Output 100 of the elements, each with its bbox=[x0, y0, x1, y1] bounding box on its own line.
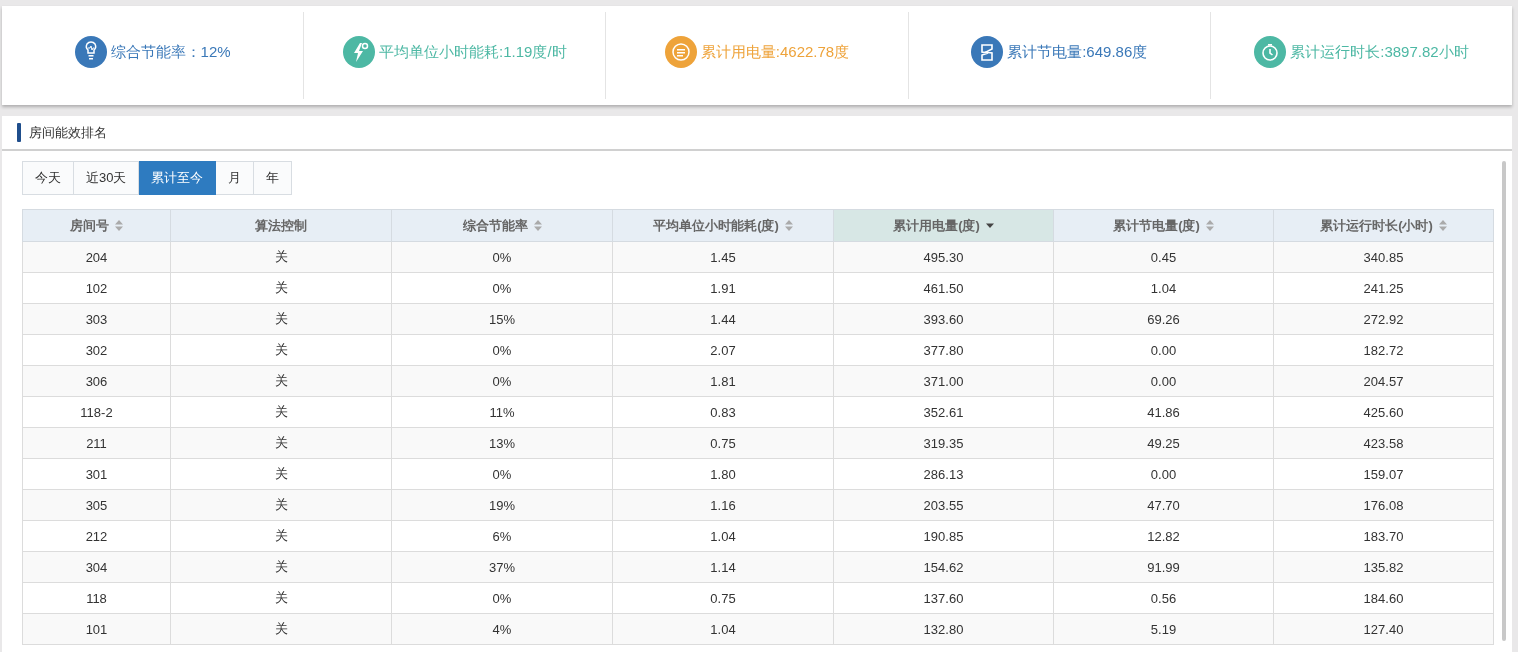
table-cell: 1.04 bbox=[1053, 272, 1274, 304]
table-cell: 4% bbox=[391, 613, 613, 645]
table-cell: 184.60 bbox=[1273, 582, 1494, 614]
table-cell: 关 bbox=[170, 520, 392, 552]
stat-label: 累计用电量:4622.78度 bbox=[700, 42, 850, 62]
sort-icon[interactable] bbox=[784, 220, 793, 231]
table-cell: 15% bbox=[391, 303, 613, 335]
table-cell: 0.45 bbox=[1053, 241, 1274, 273]
table-cell: 0% bbox=[391, 272, 613, 304]
column-header[interactable]: 综合节能率 bbox=[391, 209, 613, 242]
table-cell: 关 bbox=[170, 582, 392, 614]
table-cell: 393.60 bbox=[833, 303, 1054, 335]
stat-label: 平均单位小时能耗:1.19度/时 bbox=[379, 42, 567, 62]
table-cell: 127.40 bbox=[1273, 613, 1494, 645]
table-cell: 204.57 bbox=[1273, 365, 1494, 397]
sort-icon[interactable] bbox=[1438, 220, 1447, 231]
table-cell: 1.04 bbox=[612, 520, 834, 552]
table-cell: 0.75 bbox=[612, 427, 834, 459]
table-cell: 352.61 bbox=[833, 396, 1054, 428]
stat-label: 累计节电量:649.86度 bbox=[1007, 42, 1148, 62]
table-cell: 340.85 bbox=[1273, 241, 1494, 273]
table-cell: 关 bbox=[170, 241, 392, 273]
title-accent-bar bbox=[17, 123, 21, 142]
table-cell: 关 bbox=[170, 427, 392, 459]
table-cell: 5.19 bbox=[1053, 613, 1274, 645]
table-cell: 286.13 bbox=[833, 458, 1054, 490]
table-cell: 182.72 bbox=[1273, 334, 1494, 366]
sort-icon[interactable] bbox=[533, 220, 542, 231]
table-cell: 135.82 bbox=[1273, 551, 1494, 583]
table-cell: 101 bbox=[22, 613, 171, 645]
table-cell: 关 bbox=[170, 613, 392, 645]
table-cell: 0.00 bbox=[1053, 334, 1274, 366]
table-cell: 0% bbox=[391, 241, 613, 273]
table-cell: 41.86 bbox=[1053, 396, 1274, 428]
table-cell: 302 bbox=[22, 334, 171, 366]
table-cell: 159.07 bbox=[1273, 458, 1494, 490]
column-header[interactable]: 累计运行时长(小时) bbox=[1273, 209, 1494, 242]
table-cell: 11% bbox=[391, 396, 613, 428]
table-cell: 关 bbox=[170, 334, 392, 366]
table-cell: 211 bbox=[22, 427, 171, 459]
table-cell: 423.58 bbox=[1273, 427, 1494, 459]
table-cell: 118-2 bbox=[22, 396, 171, 428]
table-cell: 212 bbox=[22, 520, 171, 552]
table-cell: 1.16 bbox=[612, 489, 834, 521]
table-cell: 1.80 bbox=[612, 458, 834, 490]
table-cell: 1.44 bbox=[612, 303, 834, 335]
sort-icon[interactable] bbox=[1205, 220, 1214, 231]
table-cell: 371.00 bbox=[833, 365, 1054, 397]
table-cell: 关 bbox=[170, 365, 392, 397]
table-cell: 461.50 bbox=[833, 272, 1054, 304]
table-cell: 0% bbox=[391, 365, 613, 397]
period-tab[interactable]: 今天 bbox=[22, 161, 74, 195]
table-cell: 190.85 bbox=[833, 520, 1054, 552]
column-label: 累计运行时长(小时) bbox=[1320, 216, 1433, 235]
table-cell: 319.35 bbox=[833, 427, 1054, 459]
column-header[interactable]: 算法控制 bbox=[170, 209, 392, 242]
table-cell: 关 bbox=[170, 303, 392, 335]
table-cell: 304 bbox=[22, 551, 171, 583]
column-header[interactable]: 房间号 bbox=[22, 209, 171, 242]
period-tab[interactable]: 年 bbox=[254, 161, 293, 195]
table-cell: 6% bbox=[391, 520, 613, 552]
table-cell: 13% bbox=[391, 427, 613, 459]
table-cell: 137.60 bbox=[833, 582, 1054, 614]
table-cell: 118 bbox=[22, 582, 171, 614]
table-cell: 1.91 bbox=[612, 272, 834, 304]
table-cell: 关 bbox=[170, 551, 392, 583]
panel-title: 房间能效排名 bbox=[29, 123, 107, 142]
column-header[interactable]: 平均单位小时能耗(度) bbox=[612, 209, 834, 242]
table-cell: 301 bbox=[22, 458, 171, 490]
column-label: 算法控制 bbox=[255, 216, 307, 235]
table-cell: 0.56 bbox=[1053, 582, 1274, 614]
table-cell: 306 bbox=[22, 365, 171, 397]
column-header[interactable]: 累计用电量(度) bbox=[833, 209, 1054, 242]
table-cell: 0% bbox=[391, 334, 613, 366]
table-cell: 1.81 bbox=[612, 365, 834, 397]
table-cell: 91.99 bbox=[1053, 551, 1274, 583]
column-label: 累计节电量(度) bbox=[1113, 216, 1200, 235]
table-cell: 0.75 bbox=[612, 582, 834, 614]
table-cell: 关 bbox=[170, 489, 392, 521]
table-cell: 12.82 bbox=[1053, 520, 1274, 552]
table-cell: 19% bbox=[391, 489, 613, 521]
sort-icon[interactable] bbox=[115, 220, 123, 231]
table-cell: 176.08 bbox=[1273, 489, 1494, 521]
period-tab[interactable]: 月 bbox=[216, 161, 255, 195]
column-label: 平均单位小时能耗(度) bbox=[653, 216, 779, 235]
stat-label: 综合节能率：12% bbox=[110, 42, 231, 62]
column-label: 累计用电量(度) bbox=[893, 216, 980, 235]
table-cell: 47.70 bbox=[1053, 489, 1274, 521]
table-cell: 204 bbox=[22, 241, 171, 273]
table-cell: 69.26 bbox=[1053, 303, 1274, 335]
scrollbar[interactable] bbox=[1502, 161, 1506, 641]
table-cell: 49.25 bbox=[1053, 427, 1274, 459]
table-cell: 303 bbox=[22, 303, 171, 335]
period-tab[interactable]: 累计至今 bbox=[139, 161, 217, 195]
column-header[interactable]: 累计节电量(度) bbox=[1053, 209, 1274, 242]
table-cell: 1.45 bbox=[612, 241, 834, 273]
period-tab[interactable]: 近30天 bbox=[74, 161, 140, 195]
table-cell: 1.04 bbox=[612, 613, 834, 645]
table-cell: 0% bbox=[391, 458, 613, 490]
table-cell: 241.25 bbox=[1273, 272, 1494, 304]
